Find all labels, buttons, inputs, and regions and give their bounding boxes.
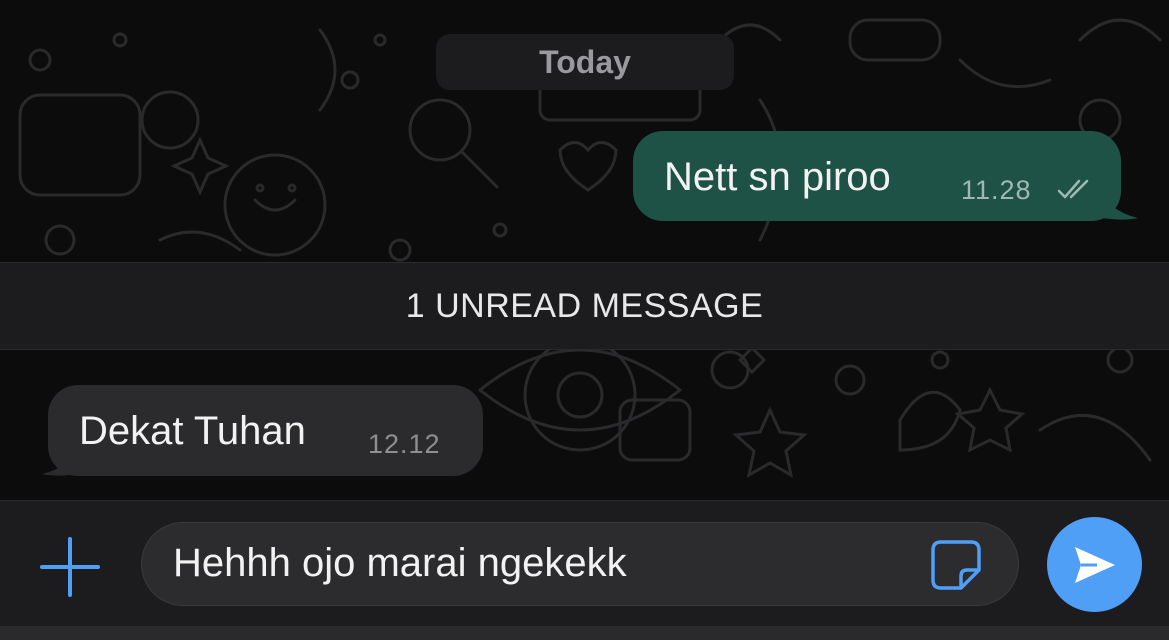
message-input[interactable]: Hehhh ojo marai ngekekk	[141, 522, 1019, 606]
message-input-value[interactable]: Hehhh ojo marai ngekekk	[173, 541, 627, 586]
incoming-message-bubble[interactable]: Dekat Tuhan 12.12	[48, 385, 483, 476]
send-button[interactable]	[1047, 517, 1142, 612]
message-time: 11.28	[961, 175, 1032, 205]
double-check-read-icon	[1057, 179, 1089, 199]
message-text: Dekat Tuhan	[79, 409, 306, 453]
message-time: 12.12	[368, 429, 441, 459]
message-text: Nett sn piroo	[664, 155, 891, 199]
bottom-strip	[0, 626, 1169, 640]
composer-bar: Hehhh ojo marai ngekekk	[0, 500, 1169, 627]
send-icon	[1075, 547, 1115, 583]
sticker-icon[interactable]	[927, 536, 985, 594]
outgoing-message-bubble[interactable]: Nett sn piroo 11.28	[633, 131, 1121, 221]
date-separator: Today	[436, 34, 734, 90]
chat-background: Today Nett sn piroo 11.28 1 UNREAD MESSA…	[0, 0, 1169, 500]
plus-icon[interactable]	[38, 535, 102, 599]
unread-messages-banner: 1 UNREAD MESSAGE	[0, 262, 1169, 350]
